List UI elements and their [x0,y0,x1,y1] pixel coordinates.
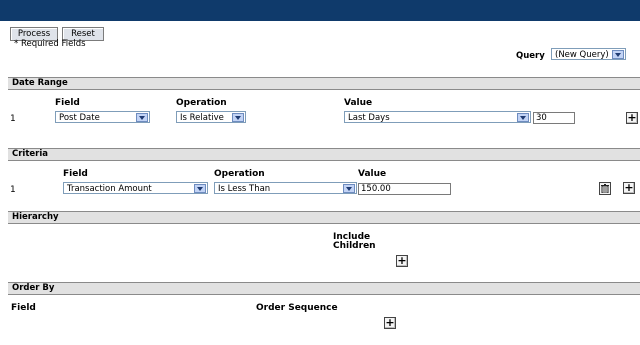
add-criteria-plus-icon[interactable]: + [623,182,635,194]
query-select-value: (New Query) [555,50,609,60]
date-range-operation-header: Operation [176,98,227,108]
criteria-field-value: Transaction Amount [67,184,152,194]
date-range-section-header: Date Range [8,77,640,90]
date-range-operation-select[interactable]: Is Relative [176,111,246,123]
order-by-section-header: Order By [8,282,640,295]
criteria-field-header: Field [63,169,88,179]
chevron-down-icon [194,184,206,193]
add-date-range-plus-icon[interactable]: + [626,112,638,124]
chevron-down-icon [612,50,624,59]
order-sequence-header: Order Sequence [256,303,338,313]
include-children-header: Include Children [333,233,376,251]
date-range-field-value: Post Date [59,113,100,123]
date-range-value-select-value: Last Days [348,113,390,123]
header-divider [0,21,640,22]
chevron-down-icon [232,113,244,122]
order-by-field-header: Field [11,303,36,313]
criteria-value-header: Value [358,169,387,179]
query-label: Query [516,51,545,61]
criteria-field-select[interactable]: Transaction Amount [63,182,208,194]
date-range-value-select[interactable]: Last Days [344,111,531,123]
required-fields-note: * Required Fields [14,39,86,49]
date-range-field-header: Field [55,98,80,108]
chevron-down-icon [136,113,148,122]
add-order-by-plus-icon[interactable]: + [384,317,396,329]
delete-criteria-trash-icon[interactable] [599,182,611,195]
trash-icon [601,184,609,193]
criteria-operation-value: Is Less Than [218,184,271,194]
criteria-value-input[interactable]: 150.00 [358,183,451,195]
date-range-field-select[interactable]: Post Date [55,111,150,123]
date-range-value-input[interactable]: 30 [533,112,575,124]
criteria-operation-header: Operation [214,169,265,179]
header-bar [0,0,640,21]
chevron-down-icon [343,184,355,193]
criteria-operation-select[interactable]: Is Less Than [214,182,357,194]
criteria-row-number: 1 [10,185,16,195]
criteria-section-header: Criteria [8,148,640,161]
chevron-down-icon [517,113,529,122]
children-label: Children [333,241,376,251]
add-hierarchy-plus-icon[interactable]: + [396,255,408,267]
date-range-value-header: Value [344,98,373,108]
hierarchy-section-header: Hierarchy [8,211,640,224]
date-range-operation-value: Is Relative [180,113,224,123]
date-range-row-number: 1 [10,114,16,124]
query-select[interactable]: (New Query) [551,48,626,60]
